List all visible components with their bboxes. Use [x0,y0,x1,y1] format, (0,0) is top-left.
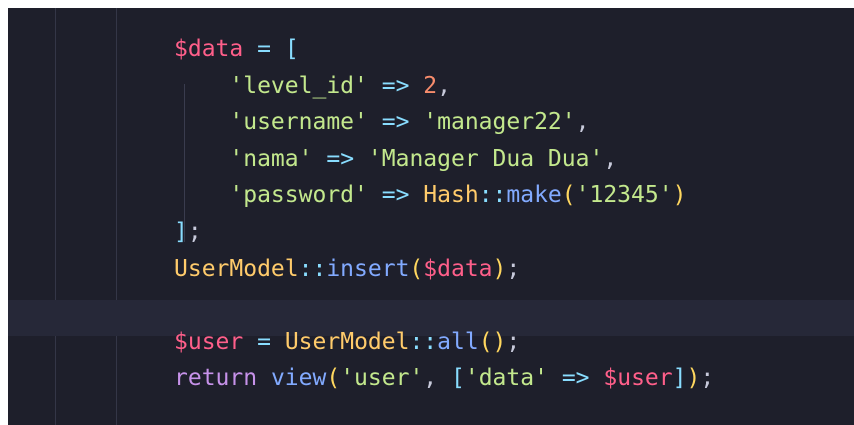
code-token: 'user' [340,365,424,392]
code-editor[interactable]: $data = [ 'level_id' => 2, 'username' =>… [8,8,854,425]
code-token: => [561,365,590,392]
code-token: = [257,328,271,355]
code-token: $user [174,328,244,355]
code-token: , [575,109,590,136]
code-line[interactable]: UserModel::insert($data); [174,251,714,288]
code-token: ] [174,218,188,245]
code-line[interactable] [174,287,714,324]
code-token: , [437,72,452,99]
indent-guide [116,8,117,425]
code-text[interactable]: $data = [ 'level_id' => 2, 'username' =>… [174,31,714,397]
code-token: [ [284,36,299,62]
code-token: ] [672,365,687,392]
code-token: 'level_id' [229,72,368,99]
code-token: ; [506,328,521,355]
code-token: => [381,72,410,99]
code-token: ; [700,365,715,392]
code-token: () [478,328,507,355]
code-token: 'Manager Dua Dua' [367,145,604,172]
code-token: , [423,365,451,392]
code-token: $data [423,255,493,282]
code-token: ( [326,365,341,392]
code-line[interactable]: $data = [ [174,31,714,68]
code-token: = [257,36,271,62]
code-line[interactable]: ]; [174,214,714,251]
code-token: UserModel [284,328,410,355]
code-token: Hash [423,182,479,209]
code-token: $data [174,36,244,62]
code-token: [ [451,365,465,392]
code-token: ( [409,255,424,282]
code-token: $user [603,365,673,392]
code-token: => [381,182,410,209]
code-token: 'manager22' [423,109,576,136]
code-token: => [326,145,355,172]
code-token: 'nama' [229,145,313,172]
code-token: :: [478,182,507,209]
indent-guide [55,8,56,425]
code-line[interactable]: $user = UserModel::all(); [174,324,714,361]
code-token: => [381,109,410,136]
code-token: 'password' [229,182,368,209]
code-token: return [174,365,258,392]
code-token: '12345' [575,182,673,209]
code-line[interactable]: 'nama' => 'Manager Dua Dua', [174,141,714,178]
code-token: :: [298,255,327,282]
code-token: all [437,328,479,355]
code-token: insert [326,255,410,282]
code-token: 'username' [229,109,368,136]
code-token: 2 [423,72,438,99]
code-token: ; [506,255,521,282]
code-token: :: [409,328,438,355]
code-token: view [270,365,327,392]
code-token: ; [187,218,202,245]
code-token: ) [672,182,687,209]
code-line[interactable]: 'username' => 'manager22', [174,104,714,141]
code-token: ( [561,182,576,209]
code-token: UserModel [174,255,299,282]
code-token: ) [686,365,701,392]
code-token: make [506,182,562,209]
code-line[interactable]: 'level_id' => 2, [174,68,714,105]
code-line[interactable]: 'password' => Hash::make('12345') [174,177,714,214]
code-token: , [603,145,618,172]
code-token: ) [492,255,507,282]
code-line[interactable]: return view('user', ['data' => $user]); [174,360,714,397]
code-token: 'data' [464,365,548,392]
